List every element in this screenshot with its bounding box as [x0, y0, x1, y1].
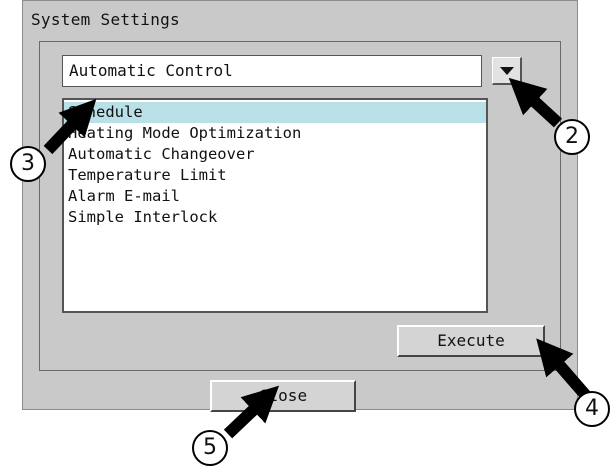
callout-arrows [43, 77, 593, 439]
callout-arrow-2 [508, 77, 563, 128]
callout-3: 3 [10, 146, 46, 182]
callout-5: 5 [192, 430, 228, 466]
callout-arrow-5 [223, 385, 280, 439]
callout-arrow-4 [536, 338, 593, 402]
callout-2: 2 [554, 119, 590, 155]
callout-4: 4 [574, 391, 610, 427]
callout-arrow-3 [43, 98, 97, 155]
